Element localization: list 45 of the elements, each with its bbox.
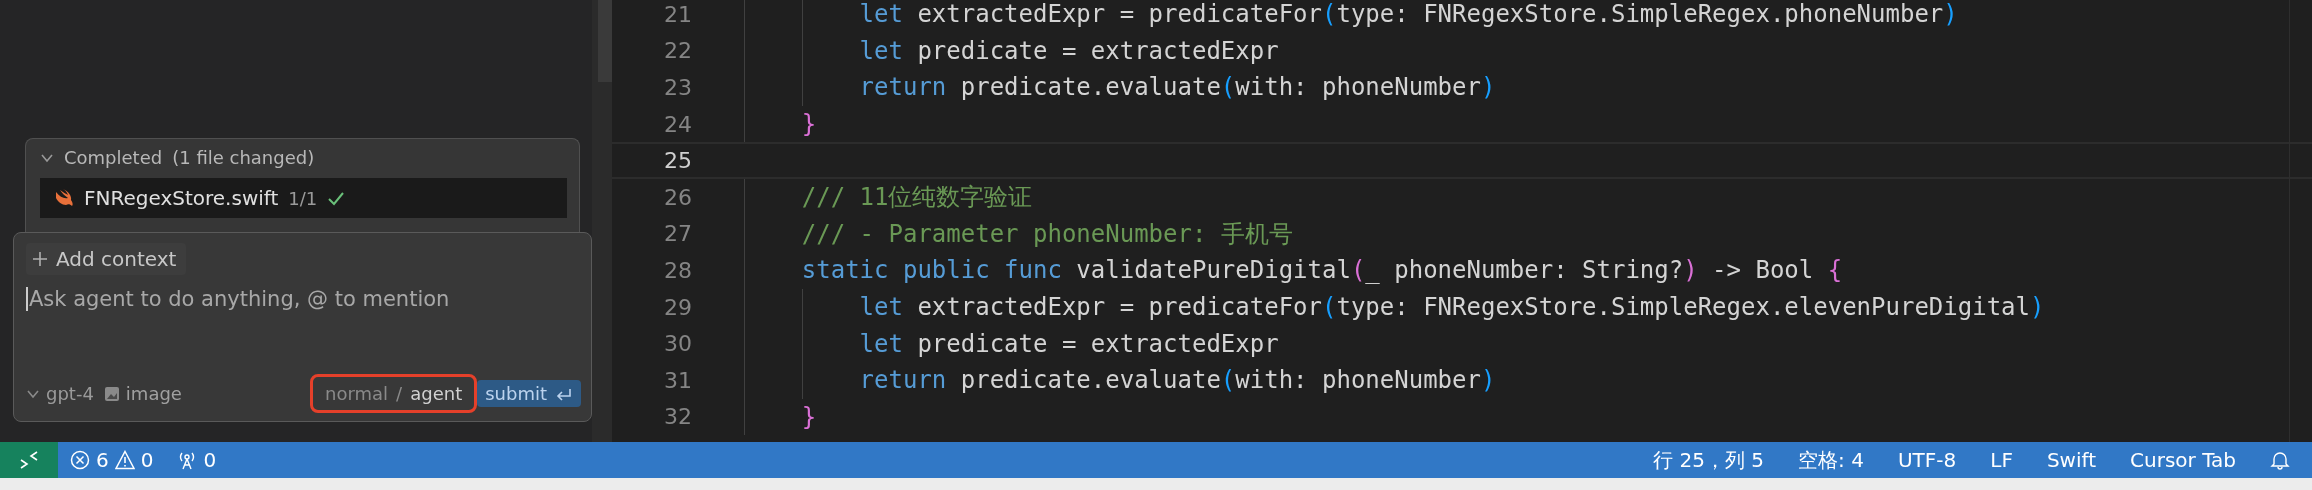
bell-icon — [2270, 450, 2290, 470]
status-item[interactable]: Cursor Tab — [2118, 448, 2248, 472]
model-selector[interactable]: gpt-4 — [46, 383, 94, 404]
add-context-button[interactable]: Add context — [26, 243, 187, 275]
line-number: 24 — [663, 111, 693, 137]
ports-button[interactable]: 0 — [165, 448, 229, 472]
line-number: 26 — [663, 184, 693, 210]
line-number: 27 — [663, 221, 693, 247]
line-number: 28 — [663, 257, 693, 283]
line-number: 21 — [663, 1, 693, 27]
status-item[interactable]: Swift — [2034, 448, 2109, 472]
completed-label: Completed — [64, 147, 163, 168]
ports-count: 0 — [203, 448, 217, 472]
swift-bird-icon — [54, 188, 74, 208]
submit-button[interactable]: submit — [477, 380, 581, 407]
file-row[interactable]: FNRegexStore.swift 1/1 — [40, 178, 567, 218]
status-item[interactable]: LF — [1978, 448, 2025, 472]
status-item[interactable]: 行 25，列 5 — [1641, 446, 1777, 474]
plus-icon — [32, 251, 48, 267]
line-number: 22 — [663, 38, 693, 64]
remote-button[interactable] — [0, 442, 58, 478]
remote-icon — [19, 450, 39, 470]
scrollbar-thumb[interactable] — [598, 0, 612, 82]
change-count: 1/1 — [288, 187, 318, 209]
warning-icon — [114, 450, 135, 470]
mode-option[interactable]: normal — [325, 383, 389, 404]
error-icon — [70, 450, 90, 470]
image-icon — [103, 385, 120, 402]
warning-count: 0 — [140, 448, 154, 472]
prompt-field[interactable]: Ask agent to do anything, @ to mention — [26, 287, 549, 311]
line-number: 25 — [663, 148, 693, 174]
completed-detail: (1 file changed) — [172, 147, 315, 168]
line-number: 32 — [663, 404, 693, 430]
file-name: FNRegexStore.swift — [84, 186, 279, 210]
status-item[interactable]: UTF-8 — [1885, 448, 1969, 472]
line-number: 31 — [663, 367, 693, 393]
status-item[interactable]: 空格: 4 — [1786, 446, 1876, 474]
mode-option[interactable]: agent — [410, 383, 463, 404]
error-count: 6 — [96, 448, 109, 472]
image-button[interactable]: image — [103, 383, 182, 404]
line-number: 30 — [663, 331, 693, 357]
line-number: 29 — [663, 294, 693, 320]
line-number: 23 — [663, 75, 693, 100]
mode-separator: / — [396, 383, 403, 404]
problems-button[interactable]: 6 0 — [58, 448, 166, 472]
